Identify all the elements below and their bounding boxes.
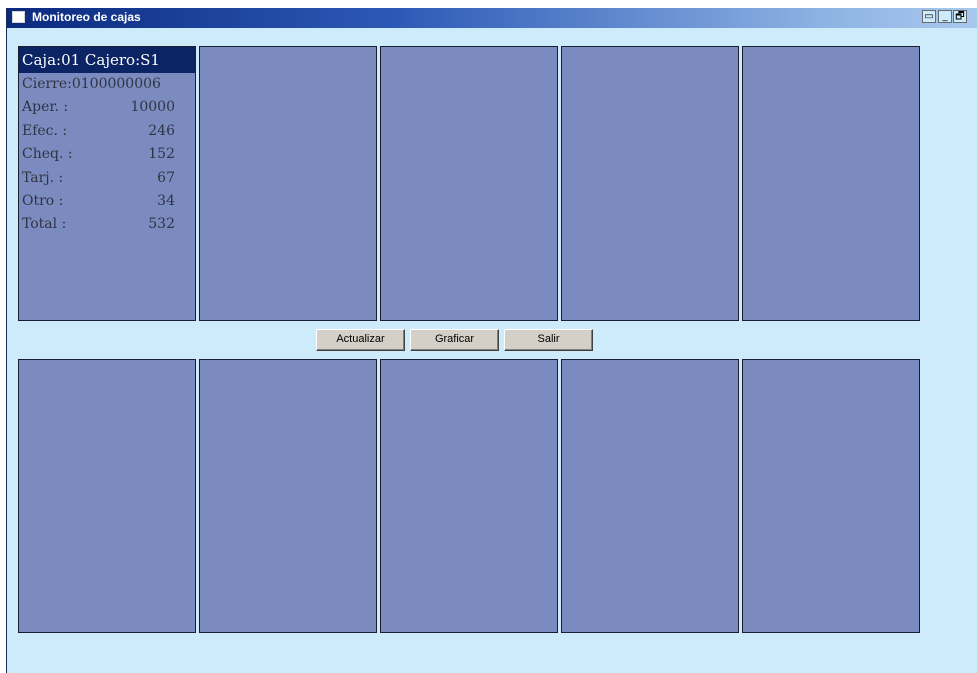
window-icon [12, 11, 25, 23]
cashbox-panel-4[interactable] [561, 46, 739, 321]
minimize-button[interactable]: _ [938, 10, 952, 23]
cashbox-panel-1[interactable]: Caja:01 Cajero:S1 Cierre:0100000006 Aper… [18, 46, 196, 321]
cashbox-panel-2[interactable] [199, 46, 377, 321]
cashbox-panel-8[interactable] [380, 359, 558, 633]
cashbox-panel-5[interactable] [742, 46, 920, 321]
other-value: 34 [157, 192, 175, 209]
closure-label: Cierre:0100000006 [22, 76, 161, 92]
opening-line: Aper. : 10000 [19, 96, 195, 119]
window-title: Monitoreo de cajas [32, 10, 141, 24]
cash-line: Efec. : 246 [19, 120, 195, 143]
title-bar[interactable]: Monitoreo de cajas ▭ _ 🗗 [7, 8, 977, 28]
cashbox-panel-3[interactable] [380, 46, 558, 321]
opening-value: 10000 [130, 99, 175, 116]
maximize-button[interactable]: 🗗 [953, 10, 967, 23]
cashbox-panel-7[interactable] [199, 359, 377, 633]
panel-header: Caja:01 Cajero:S1 [19, 47, 195, 73]
check-value: 152 [148, 146, 175, 163]
salir-button[interactable]: Salir [504, 329, 593, 351]
graficar-button[interactable]: Graficar [410, 329, 499, 351]
cashbox-panel-10[interactable] [742, 359, 920, 633]
other-label: Otro : [22, 192, 64, 209]
cashbox-panel-9[interactable] [561, 359, 739, 633]
card-label: Tarj. : [22, 169, 64, 186]
card-line: Tarj. : 67 [19, 167, 195, 190]
closure-line: Cierre:0100000006 [19, 73, 195, 96]
cash-value: 246 [148, 122, 175, 139]
restore-box-icon[interactable]: ▭ [922, 10, 936, 23]
cashbox-panel-6[interactable] [18, 359, 196, 633]
total-value: 532 [148, 216, 175, 233]
actualizar-button[interactable]: Actualizar [316, 329, 405, 351]
cash-label: Efec. : [22, 122, 68, 139]
monitor-window: Monitoreo de cajas ▭ _ 🗗 Caja:01 Cajero:… [6, 8, 977, 673]
card-value: 67 [157, 169, 175, 186]
total-line: Total : 532 [19, 213, 195, 236]
check-line: Cheq. : 152 [19, 143, 195, 166]
check-label: Cheq. : [22, 146, 73, 163]
other-line: Otro : 34 [19, 190, 195, 213]
opening-label: Aper. : [22, 99, 69, 116]
total-label: Total : [22, 216, 67, 233]
